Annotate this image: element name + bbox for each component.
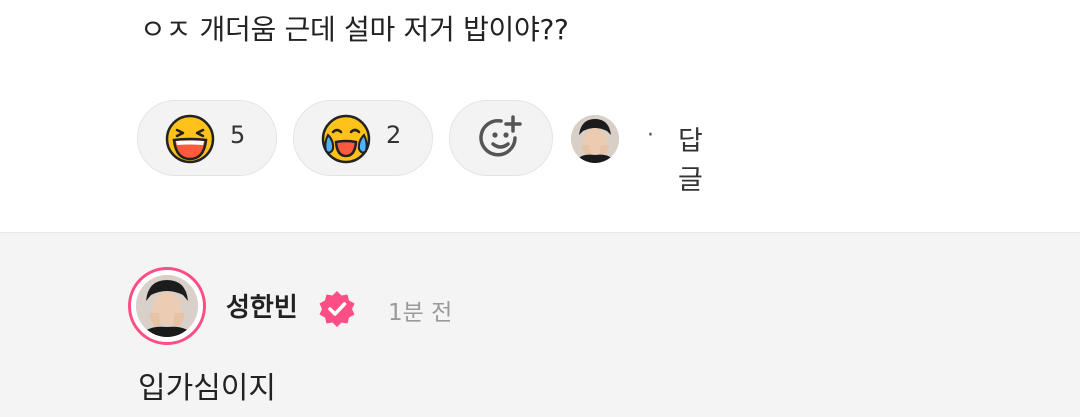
comment-text: ㅇㅈ 개더움 근데 설마 저거 밥이야?? [140, 13, 569, 46]
reaction-count: 2 [386, 121, 402, 149]
add-reaction-icon [479, 115, 522, 157]
verified-badge-icon [319, 291, 355, 327]
reply-text: 입가심이지 [138, 371, 276, 406]
reply-timestamp: 1분 전 [388, 300, 453, 326]
reactor-avatar[interactable] [571, 115, 619, 163]
reaction-laughing-button[interactable]: 5 [137, 100, 277, 176]
reaction-count: 5 [230, 121, 246, 149]
avatar [136, 275, 198, 337]
laughing-emoji-icon [165, 114, 215, 164]
reply-button[interactable]: 답글 [678, 119, 703, 197]
crying-laughing-emoji-icon [321, 114, 371, 164]
comment-section: ㅇㅈ 개더움 근데 설마 저거 밥이야?? 5 2 · 답글 [0, 0, 1080, 232]
reply-section: 성한빈 1분 전 입가심이지 [0, 232, 1080, 417]
add-reaction-button[interactable] [449, 100, 553, 176]
separator-dot: · [647, 123, 654, 148]
author-name[interactable]: 성한빈 [226, 287, 298, 324]
reaction-crying-laughing-button[interactable]: 2 [293, 100, 433, 176]
author-avatar[interactable] [128, 267, 206, 345]
